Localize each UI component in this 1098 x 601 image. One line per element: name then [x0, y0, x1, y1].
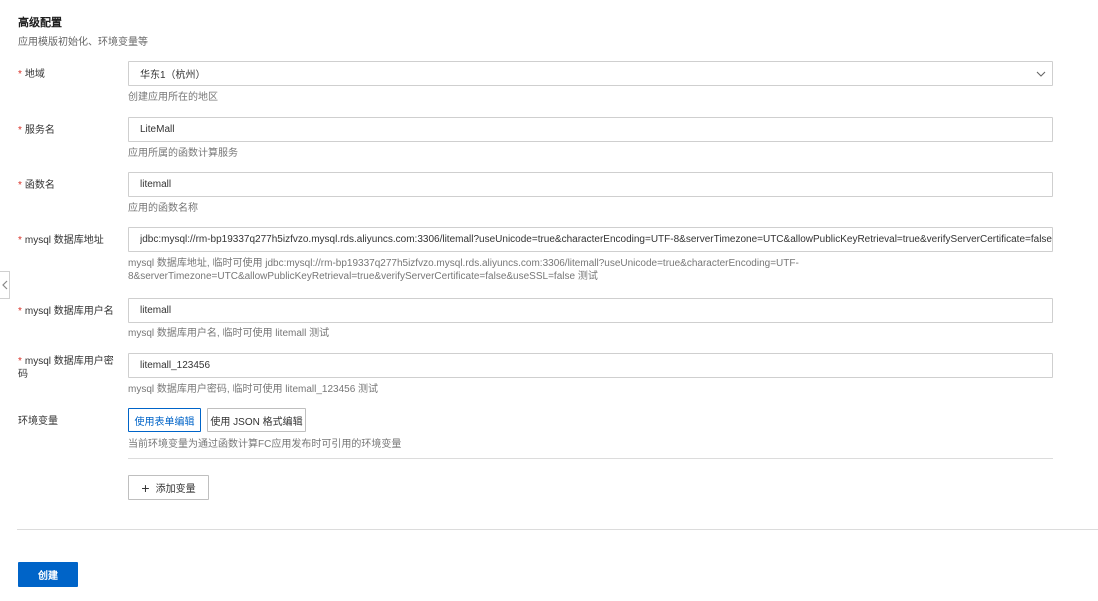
required-mark: *: [18, 69, 22, 80]
mysql-user-value: litemall: [140, 305, 172, 316]
service-name-input[interactable]: LiteMall: [128, 117, 1053, 142]
sidebar-collapse-button[interactable]: [0, 271, 10, 299]
required-mark: *: [18, 356, 22, 367]
mysql-url-hint-line2: 8&serverTimezone=UTC&allowPublicKeyRetri…: [128, 271, 598, 282]
section-subtitle: 应用模版初始化、环境变量等: [18, 37, 148, 48]
mysql-password-label: * mysql 数据库用户密 码: [18, 355, 122, 381]
mysql-user-label: * mysql 数据库用户名: [18, 305, 122, 318]
mysql-password-input[interactable]: litemall_123456: [128, 353, 1053, 378]
section-title: 高级配置: [18, 17, 62, 29]
mysql-password-hint: mysql 数据库用户密码, 临时可使用 litemall_123456 测试: [128, 384, 379, 395]
plus-icon: +: [141, 479, 150, 496]
add-variable-label: 添加变量: [155, 484, 196, 495]
mysql-url-label-text: mysql 数据库地址: [24, 235, 104, 246]
region-hint: 创建应用所在的地区: [128, 92, 218, 103]
function-name-label-text: 函数名: [24, 180, 55, 191]
mysql-url-label: * mysql 数据库地址: [18, 234, 122, 247]
service-name-value: LiteMall: [140, 124, 175, 135]
mysql-url-input[interactable]: jdbc:mysql://rm-bp19337q277h5izfvzo.mysq…: [128, 227, 1053, 252]
chevron-left-icon: [2, 280, 8, 290]
mysql-user-input[interactable]: litemall: [128, 298, 1053, 323]
tab-form-edit[interactable]: 使用表单编辑: [128, 408, 201, 432]
mysql-url-hint-line1: mysql 数据库地址, 临时可使用 jdbc:mysql://rm-bp193…: [128, 258, 799, 269]
mysql-password-label-line1: mysql 数据库用户密: [24, 356, 114, 367]
form-divider: [17, 529, 1098, 530]
env-vars-label: 环境变量: [18, 416, 58, 427]
service-name-label-text: 服务名: [24, 125, 55, 136]
required-mark: *: [18, 125, 22, 136]
function-name-value: litemall: [140, 179, 172, 190]
env-vars-hint: 当前环境变量为通过函数计算FC应用发布时可引用的环境变量: [128, 439, 402, 450]
mysql-user-hint: mysql 数据库用户名, 临时可使用 litemall 测试: [128, 328, 330, 339]
env-divider: [128, 458, 1053, 459]
required-mark: *: [18, 306, 22, 317]
required-mark: *: [18, 180, 22, 191]
mysql-user-label-text: mysql 数据库用户名: [24, 306, 114, 317]
region-select-value: 华东1（杭州）: [140, 70, 206, 81]
region-label: * 地域: [18, 68, 122, 81]
add-variable-button[interactable]: + 添加变量: [128, 475, 209, 500]
function-name-input[interactable]: litemall: [128, 172, 1053, 197]
service-name-label: * 服务名: [18, 124, 122, 137]
mysql-url-value: jdbc:mysql://rm-bp19337q277h5izfvzo.mysq…: [140, 234, 1052, 245]
function-name-hint: 应用的函数名称: [128, 203, 198, 214]
create-button[interactable]: 创建: [18, 562, 78, 587]
function-name-label: * 函数名: [18, 179, 122, 192]
service-name-hint: 应用所属的函数计算服务: [128, 148, 238, 159]
mysql-password-label-line2: 码: [18, 369, 28, 380]
region-label-text: 地域: [24, 69, 45, 80]
required-mark: *: [18, 235, 22, 246]
tab-json-edit[interactable]: 使用 JSON 格式编辑: [207, 408, 306, 432]
mysql-password-value: litemall_123456: [140, 360, 211, 371]
region-select[interactable]: 华东1（杭州）: [128, 61, 1053, 86]
mysql-url-hint: mysql 数据库地址, 临时可使用 jdbc:mysql://rm-bp193…: [128, 257, 808, 283]
chevron-down-icon: [1030, 71, 1052, 77]
